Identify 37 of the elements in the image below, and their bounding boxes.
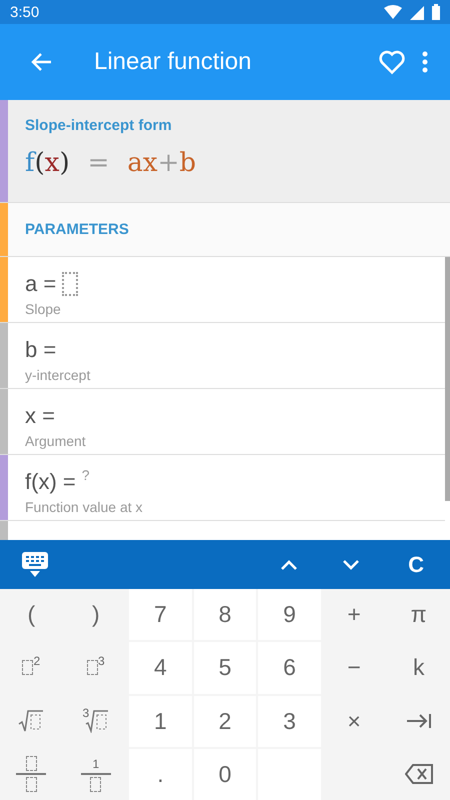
parameter-label: b =: [25, 337, 56, 363]
key[interactable]: .: [129, 748, 192, 800]
parameter-hint: y-intercept: [25, 367, 92, 383]
key[interactable]: 7: [129, 589, 192, 640]
key[interactable]: 3: [258, 696, 321, 747]
parameters-title: PARAMETERS: [25, 221, 130, 238]
parameter-hint: Argument: [25, 433, 87, 449]
screen-title: Linear function: [94, 48, 252, 76]
clear-button[interactable]: C: [404, 548, 428, 582]
parameter-row[interactable]: a = Slope: [0, 257, 445, 323]
square-root-icon: [18, 709, 44, 734]
backspace-icon: [404, 764, 433, 784]
key[interactable]: 8: [194, 589, 256, 640]
parameter-row[interactable]: x = Argument: [0, 389, 445, 455]
key[interactable]: 6: [258, 642, 321, 694]
signal-icon: [410, 4, 424, 20]
wifi-icon: [384, 4, 402, 20]
parameter-row[interactable]: f(x) = ? Function value at x: [0, 455, 445, 521]
parameter-hint: Function value at x: [25, 499, 144, 515]
parameter-value: ?: [82, 467, 90, 483]
key[interactable]: 1: [129, 696, 192, 747]
key[interactable]: 9: [258, 589, 321, 640]
parameter-label: a =: [25, 271, 56, 297]
parameter-row[interactable]: b = y-intercept: [0, 323, 445, 389]
formula: f(x) = ax+b: [25, 148, 198, 178]
key[interactable]: 0: [194, 748, 256, 800]
status-time: 3:50: [10, 4, 40, 20]
parameter-hint: Slope: [25, 301, 62, 317]
battery-icon: [432, 4, 440, 20]
key[interactable]: 2: [194, 696, 256, 747]
parameter-label: x =: [25, 403, 55, 429]
key[interactable]: 4: [129, 642, 192, 694]
root-icon: [85, 709, 110, 734]
parameter-label: f(x) =: [25, 469, 76, 495]
formula-title: Slope-intercept form: [25, 117, 173, 134]
key[interactable]: 5: [194, 642, 256, 694]
tab-icon: [406, 713, 432, 730]
